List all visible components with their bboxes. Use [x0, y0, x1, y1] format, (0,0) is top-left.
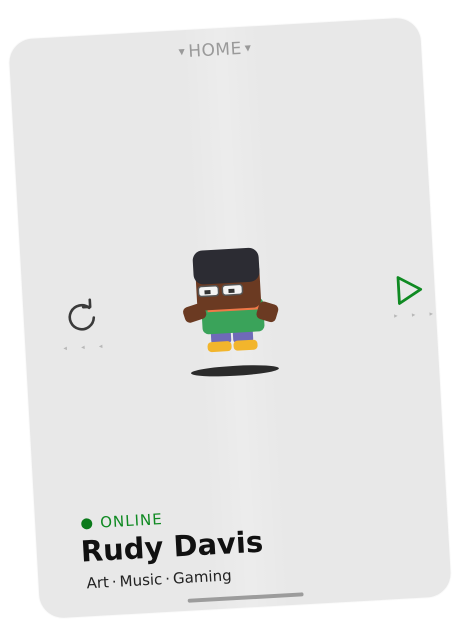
previous-indicator-dots: ◂ ◂ ◂ [63, 341, 109, 353]
status-label: ONLINE [99, 510, 164, 532]
refresh-icon [68, 298, 96, 331]
play-icon [396, 276, 423, 305]
next-indicator-dots: ▸ ▸ ▸ [393, 309, 440, 320]
reset-button[interactable] [63, 297, 102, 347]
status-dot [80, 517, 93, 530]
tag-art: Art [86, 573, 110, 593]
play-button[interactable] [394, 272, 426, 308]
avatar-shadow [191, 365, 279, 377]
tag-music: Music [119, 570, 163, 591]
avatar-3d[interactable] [172, 240, 290, 386]
avatar-figure [183, 247, 279, 377]
home-tab-label: HOME [187, 38, 243, 62]
tag-separator: · [111, 572, 118, 591]
profile-card: ▼ HOME ▼ ◂ ◂ ◂ ▸ ▸ ▸ ONLINE Rudy Davis A… [8, 16, 452, 620]
tag-separator: · [164, 569, 171, 589]
triangle-down-icon: ▼ [178, 47, 186, 57]
tag-gaming: Gaming [172, 566, 233, 588]
triangle-down-icon: ▼ [244, 43, 252, 53]
status-indicator: ONLINE [80, 510, 164, 533]
